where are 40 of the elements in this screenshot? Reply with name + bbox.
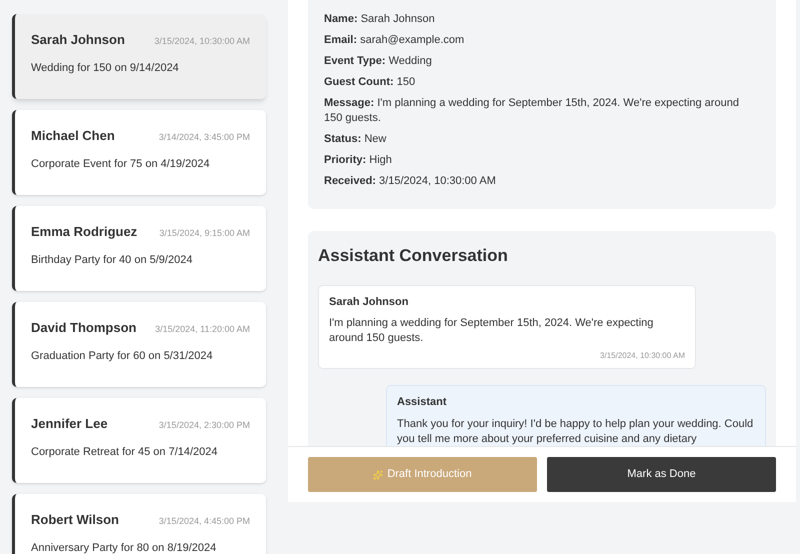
inquiry-card[interactable]: Emma Rodriguez 3/15/2024, 9:15:00 AM Birthday Party for 40 on 5/9/2024 xyxy=(12,206,266,291)
message-time: 3/15/2024, 10:30:00 AM xyxy=(600,350,685,362)
detail-line: Email: sarah@example.com xyxy=(324,33,466,48)
inquiry-card[interactable]: Sarah Johnson 3/15/2024, 10:30:00 AM Wedding for 150 on 9/14/2024 xyxy=(12,14,266,99)
message-sender: Assistant xyxy=(397,395,448,410)
detail-line: Message: I'm planning a wedding for September 15th, 2024. We're expecting around 150 guests. xyxy=(324,96,740,126)
inquiry-card[interactable]: David Thompson 3/15/2024, 11:20:00 AM Graduation Party for 60 on 5/31/2024 xyxy=(12,302,266,387)
detail-line: Guest Count: 150 xyxy=(324,75,416,90)
inquiry-summary: Wedding for 150 on 9/14/2024 xyxy=(31,60,180,76)
inquiry-name: Michael Chen xyxy=(31,127,115,145)
message-sender: Sarah Johnson xyxy=(329,294,410,310)
detail-line: Name: Sarah Johnson xyxy=(324,12,436,27)
message-text: Thank you for your inquiry! I'd be happy to help plan your wedding. Could you tell me more about your preferred cuisine and any dietary xyxy=(397,416,754,446)
inquiry-summary: Birthday Party for 40 on 5/9/2024 xyxy=(31,252,194,268)
detail-line: Status: New xyxy=(324,132,388,147)
inquiry-summary: Graduation Party for 60 on 5/31/2024 xyxy=(31,348,214,364)
inquiry-date: 3/15/2024, 9:15:00 AM xyxy=(159,227,250,240)
inquiry-summary: Corporate Event for 75 on 4/19/2024 xyxy=(31,156,211,172)
detail-line: Received: 3/15/2024, 10:30:00 AM xyxy=(324,174,497,189)
detail-line: Priority: High xyxy=(324,153,393,168)
inquiry-name: David Thompson xyxy=(31,319,136,337)
done-button[interactable]: Mark as Done xyxy=(547,457,776,492)
inquiry-card[interactable]: Michael Chen 3/14/2024, 3:45:00 PM Corporate Event for 75 on 4/19/2024 xyxy=(12,110,266,195)
inquiry-name: Sarah Johnson xyxy=(31,31,125,49)
inquiry-date: 3/15/2024, 10:30:00 AM xyxy=(154,35,250,48)
inquiry-card[interactable]: Jennifer Lee 3/15/2024, 2:30:00 PM Corporate Retreat for 45 on 7/14/2024 xyxy=(12,398,266,483)
sparkle-icon xyxy=(373,470,384,480)
inquiry-card[interactable]: Robert Wilson 3/15/2024, 4:45:00 PM Anniversary Party for 80 on 8/19/2024 xyxy=(12,494,266,554)
conversation-title: Assistant Conversation xyxy=(318,245,509,267)
message-text: I'm planning a wedding for September 15th, 2024. We're expecting around 150 guests. xyxy=(329,316,654,346)
inquiry-summary: Anniversary Party for 80 on 8/19/2024 xyxy=(31,540,218,554)
inquiry-date: 3/15/2024, 11:20:00 AM xyxy=(155,323,250,336)
inquiry-date: 3/14/2024, 3:45:00 PM xyxy=(158,131,250,144)
detail-line: Event Type: Wedding xyxy=(324,54,433,69)
inquiry-date: 3/15/2024, 2:30:00 PM xyxy=(158,419,250,432)
inquiry-summary: Corporate Retreat for 45 on 7/14/2024 xyxy=(31,444,219,460)
inquiry-date: 3/15/2024, 4:45:00 PM xyxy=(158,515,250,528)
inquiry-name: Emma Rodriguez xyxy=(31,223,138,241)
inquiry-name: Robert Wilson xyxy=(31,511,119,529)
inquiry-name: Jennifer Lee xyxy=(31,415,108,433)
